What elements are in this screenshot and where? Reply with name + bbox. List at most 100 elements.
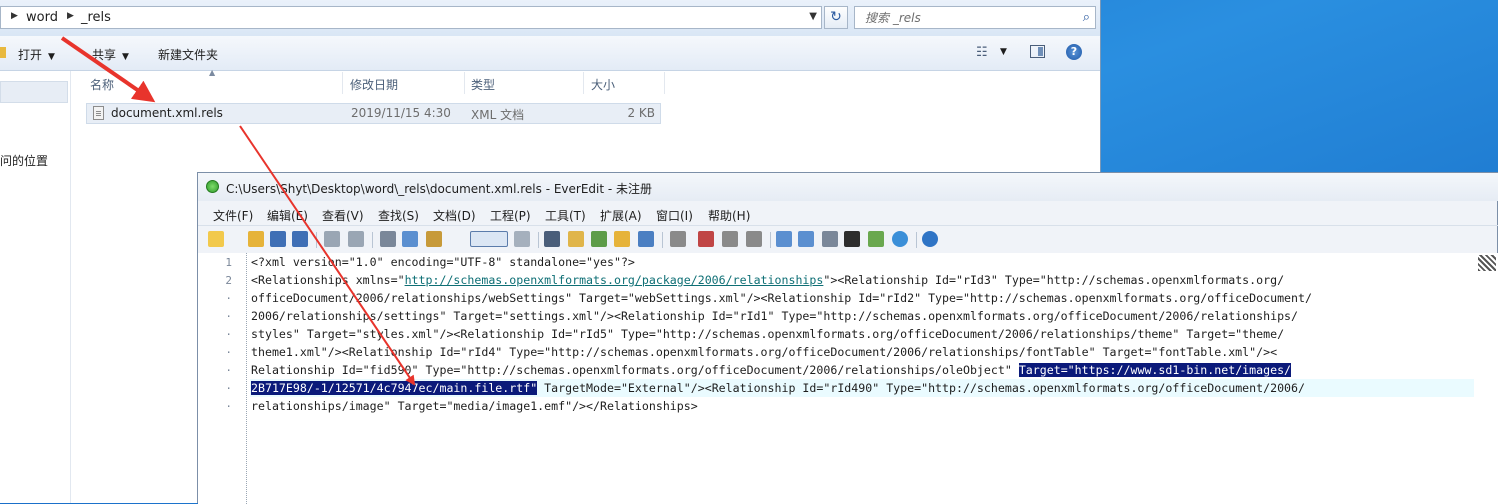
line-number: ·: [225, 346, 232, 359]
editor-toolbar: [198, 225, 1498, 254]
menu-file[interactable]: 文件(F): [213, 207, 253, 224]
column-divider[interactable]: [342, 72, 343, 94]
nav-item-recent-places[interactable]: 问的位置: [0, 152, 48, 169]
new-file-icon[interactable]: [208, 231, 224, 247]
menu-find[interactable]: 查找(S): [378, 207, 419, 224]
code-line: relationships/image" Target="media/image…: [251, 399, 698, 413]
file-type: XML 文档: [471, 108, 525, 122]
find-icon[interactable]: [544, 231, 560, 247]
everedit-window: C:\Users\Shyt\Desktop\word\_rels\documen…: [197, 172, 1498, 504]
column-divider[interactable]: [583, 72, 584, 94]
macro-icon[interactable]: [670, 231, 686, 247]
help-icon[interactable]: [922, 231, 938, 247]
toolbar-separator: [916, 232, 917, 248]
search-input[interactable]: [863, 10, 1067, 26]
replace-icon[interactable]: [568, 231, 584, 247]
file-icon: [93, 106, 104, 120]
code-text: "><Relationship Id="rId3" Type="http://s…: [823, 273, 1285, 287]
code-text: <Relationships xmlns=": [251, 273, 405, 287]
menu-edit[interactable]: 编辑(E): [267, 207, 308, 224]
nav-item-selected[interactable]: [0, 81, 68, 103]
search-box[interactable]: ⌕: [854, 6, 1096, 29]
column-header-modified[interactable]: 修改日期: [350, 76, 398, 93]
menu-window[interactable]: 窗口(I): [656, 207, 693, 224]
undo-icon[interactable]: [324, 231, 340, 247]
cut-icon[interactable]: [380, 231, 396, 247]
column-header-name[interactable]: 名称: [90, 76, 114, 93]
record-icon[interactable]: [698, 231, 714, 247]
goto-icon[interactable]: [638, 231, 654, 247]
editor-title-bar[interactable]: C:\Users\Shyt\Desktop\word\_rels\documen…: [198, 173, 1498, 201]
line-number: ·: [225, 328, 232, 341]
code-line: <?xml version="1.0" encoding="UTF-8" sta…: [251, 255, 635, 269]
help-icon[interactable]: ?: [1066, 44, 1082, 60]
breadcrumb-rels[interactable]: _rels: [81, 10, 111, 25]
toolbar-separator: [316, 232, 317, 248]
breadcrumb-word[interactable]: word: [26, 10, 58, 25]
toolbar-separator: [538, 232, 539, 248]
preview-pane-icon[interactable]: [1030, 45, 1045, 58]
find-in-files-icon[interactable]: [614, 231, 630, 247]
menu-help[interactable]: 帮助(H): [708, 207, 750, 224]
play-icon[interactable]: [722, 231, 738, 247]
column-header-size[interactable]: 大小: [591, 76, 615, 93]
chevron-down-icon: ▼: [48, 52, 55, 62]
word-wrap-icon[interactable]: [470, 231, 508, 247]
line-number: ·: [225, 364, 232, 377]
address-bar[interactable]: ▶ word ▶ _rels ▼: [0, 6, 822, 29]
menu-tools[interactable]: 工具(T): [545, 207, 586, 224]
code-text: Relationship Id="fid590" Type="http://sc…: [251, 363, 1019, 377]
outline-icon[interactable]: [798, 231, 814, 247]
line-number: 1: [225, 256, 232, 269]
chevron-down-icon[interactable]: ▼: [1000, 47, 1007, 57]
sidebar-icon[interactable]: [776, 231, 792, 247]
refresh-button[interactable]: ↻: [824, 6, 848, 29]
paste-icon[interactable]: [426, 231, 442, 247]
column-divider[interactable]: [464, 72, 465, 94]
new-folder-button[interactable]: 新建文件夹: [158, 46, 218, 63]
save-icon[interactable]: [270, 231, 286, 247]
sort-up-icon: ▲: [209, 68, 216, 77]
editor-text-area[interactable]: 1 2 · · · · · · · <?xml version="1.0" en…: [198, 253, 1498, 504]
browser-icon[interactable]: [892, 231, 908, 247]
view-icon[interactable]: ☷: [976, 45, 988, 60]
column-divider[interactable]: [664, 72, 665, 94]
selected-text[interactable]: 2B717E98/-1/12571/4c7947ec/main.file.rtf…: [251, 381, 538, 395]
spell-check-icon[interactable]: [591, 231, 607, 247]
play-multiple-icon[interactable]: [746, 231, 762, 247]
selected-text[interactable]: Target="https://www.sd1-bin.net/images/: [1018, 363, 1292, 377]
file-row[interactable]: document.xml.rels 2019/11/15 4:30 XML 文档…: [86, 103, 661, 124]
column-mode-icon[interactable]: [514, 231, 530, 247]
grid-icon[interactable]: [868, 231, 884, 247]
minimap-toggle-icon[interactable]: [1478, 255, 1496, 271]
output-icon[interactable]: [822, 231, 838, 247]
everedit-logo-icon: [206, 180, 219, 193]
line-number: ·: [225, 382, 232, 395]
redo-icon[interactable]: [348, 231, 364, 247]
navigation-pane: 问的位置: [0, 71, 71, 503]
code-line: theme1.xml"/><Relationship Id="rId4" Typ…: [251, 345, 1278, 359]
copy-icon[interactable]: [402, 231, 418, 247]
open-label: 打开: [18, 48, 43, 62]
namespace-link[interactable]: http://schemas.openxmlformats.org/packag…: [405, 273, 824, 287]
editor-title: C:\Users\Shyt\Desktop\word\_rels\documen…: [226, 182, 653, 196]
open-file-icon[interactable]: [248, 231, 264, 247]
breadcrumb-arrow-icon[interactable]: ▶: [67, 11, 74, 21]
save-all-icon[interactable]: [292, 231, 308, 247]
menu-extensions[interactable]: 扩展(A): [600, 207, 642, 224]
share-label: 共享: [92, 48, 117, 62]
open-button[interactable]: 打开 ▼: [18, 46, 55, 63]
menu-view[interactable]: 查看(V): [322, 207, 364, 224]
search-icon[interactable]: ⌕: [1083, 10, 1090, 25]
chevron-down-icon[interactable]: ▼: [809, 11, 817, 22]
file-name: document.xml.rels: [111, 106, 223, 120]
column-header-type[interactable]: 类型: [471, 76, 495, 93]
console-icon[interactable]: [844, 231, 860, 247]
share-button[interactable]: 共享 ▼: [92, 46, 129, 63]
toolbar-separator: [770, 232, 771, 248]
code-line: 2006/relationships/settings" Target="set…: [251, 309, 1299, 323]
refresh-icon: ↻: [830, 9, 842, 25]
menu-document[interactable]: 文档(D): [433, 207, 476, 224]
menu-project[interactable]: 工程(P): [490, 207, 531, 224]
breadcrumb-arrow-icon[interactable]: ▶: [11, 11, 18, 21]
